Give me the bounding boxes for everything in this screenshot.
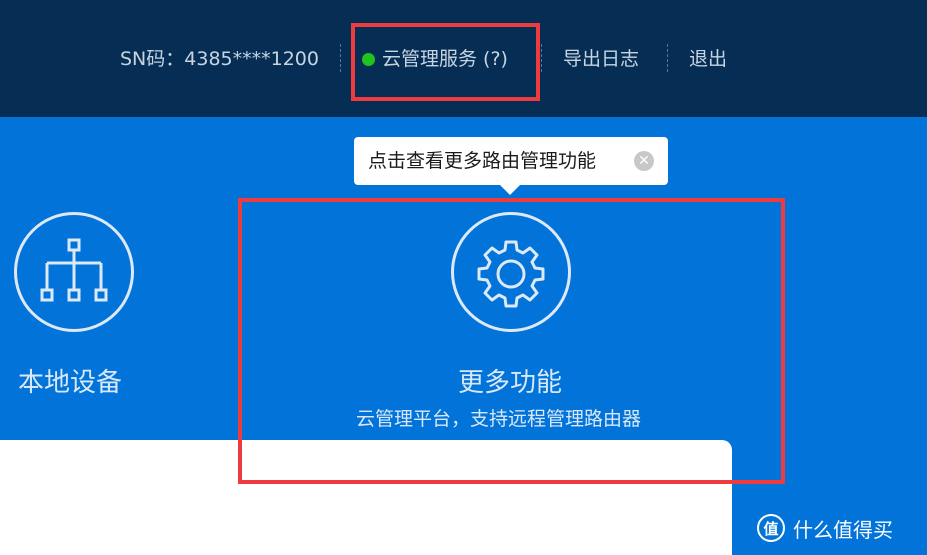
cloud-service-link[interactable]: 云管理服务 (?) [362,45,508,73]
cloud-service-label: 云管理服务 (?) [382,48,508,70]
more-functions-desc: 云管理平台，支持远程管理路由器 [356,408,642,430]
online-status-dot [362,53,375,66]
logout-link[interactable]: 退出 [689,45,727,73]
content-panel [0,440,732,555]
local-devices-label: 本地设备 [18,368,123,398]
separator [667,44,669,72]
tooltip-text: 点击查看更多路由管理功能 [368,150,597,172]
gear-icon [451,212,571,332]
watermark-logo: 值 [757,514,785,542]
tooltip: 点击查看更多路由管理功能 ✕ [354,137,668,195]
top-bar: SN码：4385****1200 云管理服务 (?) 导出日志 退出 [0,0,927,117]
close-icon[interactable]: ✕ [634,151,654,171]
tooltip-arrow [500,185,520,195]
network-topology-icon [14,212,134,332]
separator [340,44,342,72]
sn-code: SN码：4385****1200 [120,48,319,70]
watermark-text: 什么值得买 [793,517,893,542]
more-functions-label: 更多功能 [458,368,563,398]
watermark: 值 什么值得买 [757,510,893,546]
export-log-link[interactable]: 导出日志 [563,45,639,73]
separator [541,44,543,72]
